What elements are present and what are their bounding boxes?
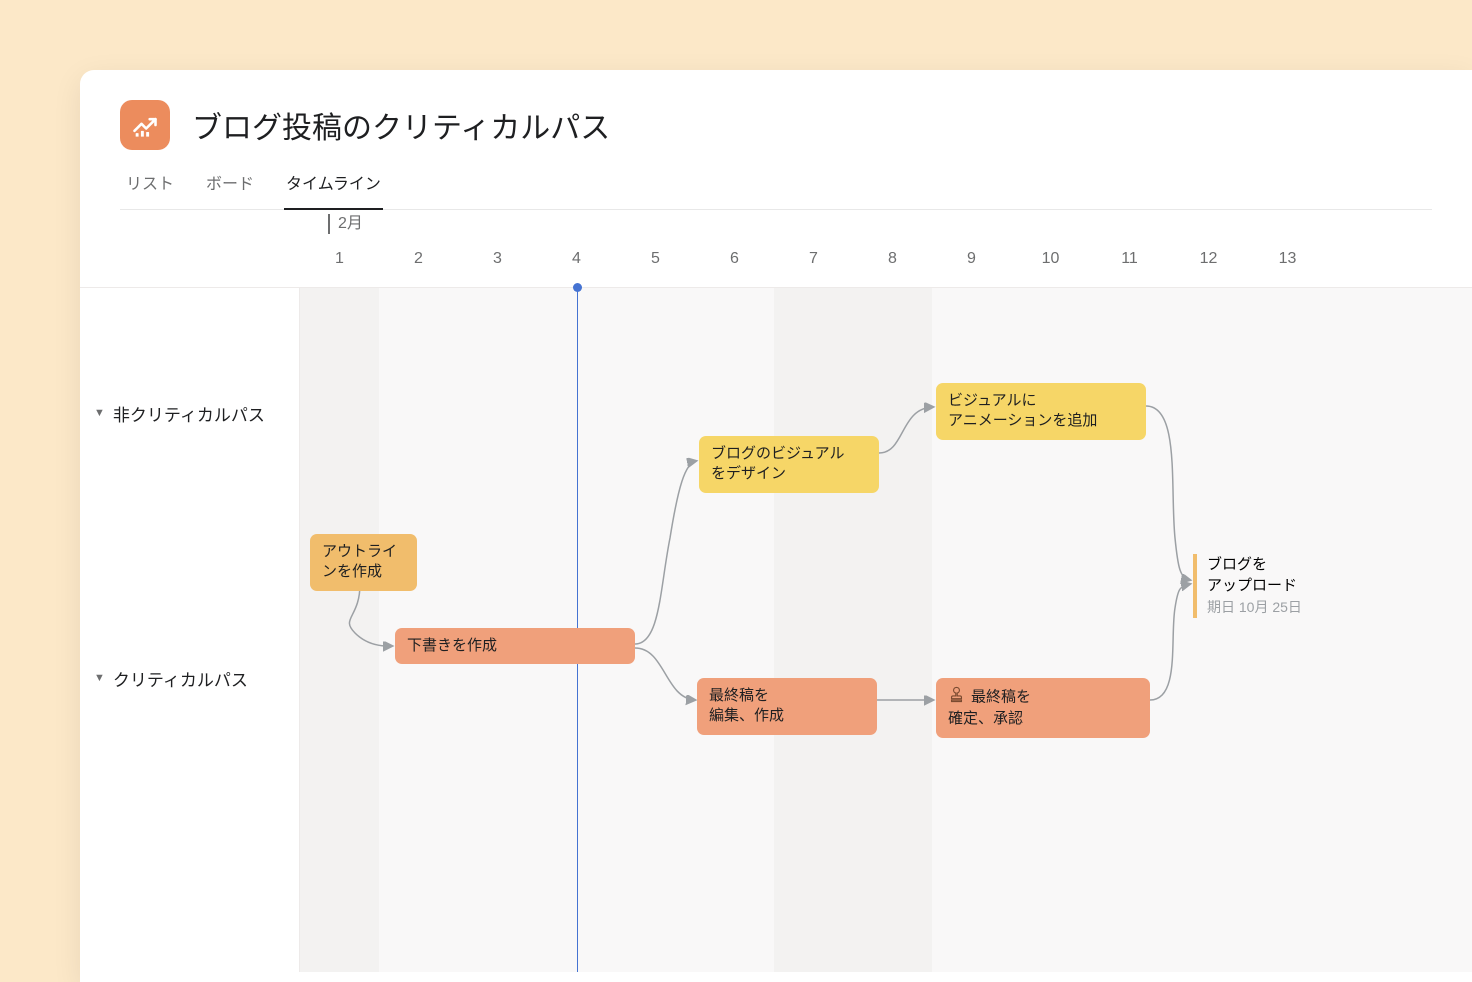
day-bg-weekend bbox=[853, 288, 932, 972]
header: ブログ投稿のクリティカルパス リスト ボード タイムライン bbox=[80, 70, 1472, 210]
days-header: 1 2 3 4 5 6 7 8 9 10 11 12 13 bbox=[80, 240, 1472, 288]
task-line: ンを作成 bbox=[322, 563, 382, 580]
milestone-line: ブログを bbox=[1207, 554, 1302, 575]
day-bg bbox=[695, 288, 774, 972]
project-icon bbox=[120, 100, 170, 150]
task-edit-final[interactable]: 最終稿を 編集、作成 bbox=[697, 678, 877, 735]
task-approve-final[interactable]: 最終稿を 確定、承認 bbox=[936, 678, 1150, 738]
day-col: 9 bbox=[932, 240, 1011, 287]
task-line: ブログのビジュアル bbox=[711, 445, 845, 462]
title-row: ブログ投稿のクリティカルパス bbox=[120, 100, 1432, 150]
task-line: 編集、作成 bbox=[709, 707, 784, 724]
timeline-content: ▼ 非クリティカルパス ▼ クリティカルパス bbox=[80, 288, 1472, 972]
stamp-icon bbox=[948, 686, 965, 709]
tab-timeline[interactable]: タイムライン bbox=[284, 170, 383, 210]
day-col: 3 bbox=[458, 240, 537, 287]
month-row: 2月 bbox=[80, 210, 1472, 240]
day-col: 2 bbox=[379, 240, 458, 287]
section-critical[interactable]: ▼ クリティカルパス bbox=[80, 518, 299, 818]
task-line: アウトライ bbox=[322, 543, 397, 560]
section-sidebar-spacer bbox=[80, 240, 300, 287]
chevron-down-icon: ▼ bbox=[94, 407, 105, 419]
day-bg-weekend bbox=[774, 288, 853, 972]
task-line: 最終稿を bbox=[971, 689, 1031, 706]
chevron-down-icon: ▼ bbox=[94, 672, 105, 684]
today-dot-icon bbox=[573, 283, 582, 292]
day-bg-weekend bbox=[300, 288, 379, 972]
timeline-body: 2月 1 2 3 4 5 6 7 8 9 10 11 12 13 ▼ 非クリティ… bbox=[80, 210, 1472, 972]
month-label: 2月 bbox=[328, 214, 363, 234]
day-col: 7 bbox=[774, 240, 853, 287]
day-bg bbox=[1248, 288, 1327, 972]
day-col: 1 bbox=[300, 240, 379, 287]
day-col: 8 bbox=[853, 240, 932, 287]
timeline-grid[interactable]: ブログのビジュアル をデザイン ビジュアルに アニメーションを追加 アウトライ … bbox=[300, 288, 1472, 972]
section-label: 非クリティカルパス bbox=[113, 401, 265, 426]
task-line: 最終稿を bbox=[709, 687, 769, 704]
day-col: 6 bbox=[695, 240, 774, 287]
task-animate-visual[interactable]: ビジュアルに アニメーションを追加 bbox=[936, 383, 1146, 440]
tab-board[interactable]: ボード bbox=[204, 170, 256, 209]
task-outline[interactable]: アウトライ ンを作成 bbox=[310, 534, 417, 591]
task-line: 確定、承認 bbox=[948, 710, 1023, 727]
app-window: ブログ投稿のクリティカルパス リスト ボード タイムライン 2月 1 2 3 4… bbox=[80, 70, 1472, 982]
day-col: 4 bbox=[537, 240, 616, 287]
day-col: 11 bbox=[1090, 240, 1169, 287]
milestone-line: アップロード bbox=[1207, 575, 1302, 596]
task-line: をデザイン bbox=[711, 465, 786, 482]
task-line: アニメーションを追加 bbox=[948, 412, 1097, 429]
day-col: 10 bbox=[1011, 240, 1090, 287]
milestone-upload[interactable]: ブログを アップロード 期日 10月 25日 bbox=[1193, 554, 1302, 618]
day-col: 13 bbox=[1248, 240, 1327, 287]
task-line: ビジュアルに bbox=[948, 392, 1037, 409]
day-col: 12 bbox=[1169, 240, 1248, 287]
tab-list[interactable]: リスト bbox=[124, 170, 176, 209]
section-label: クリティカルパス bbox=[113, 666, 248, 691]
milestone-due: 期日 10月 25日 bbox=[1207, 598, 1302, 618]
section-column: ▼ 非クリティカルパス ▼ クリティカルパス bbox=[80, 288, 300, 972]
task-draft[interactable]: 下書きを作成 bbox=[395, 628, 635, 664]
task-line: 下書きを作成 bbox=[407, 637, 497, 654]
section-noncritical[interactable]: ▼ 非クリティカルパス bbox=[80, 288, 299, 518]
chart-growth-icon bbox=[131, 111, 159, 139]
day-col: 5 bbox=[616, 240, 695, 287]
view-tabs: リスト ボード タイムライン bbox=[120, 170, 1432, 210]
day-bg bbox=[1169, 288, 1248, 972]
task-design-visual[interactable]: ブログのビジュアル をデザイン bbox=[699, 436, 879, 493]
project-title: ブログ投稿のクリティカルパス bbox=[192, 103, 610, 147]
